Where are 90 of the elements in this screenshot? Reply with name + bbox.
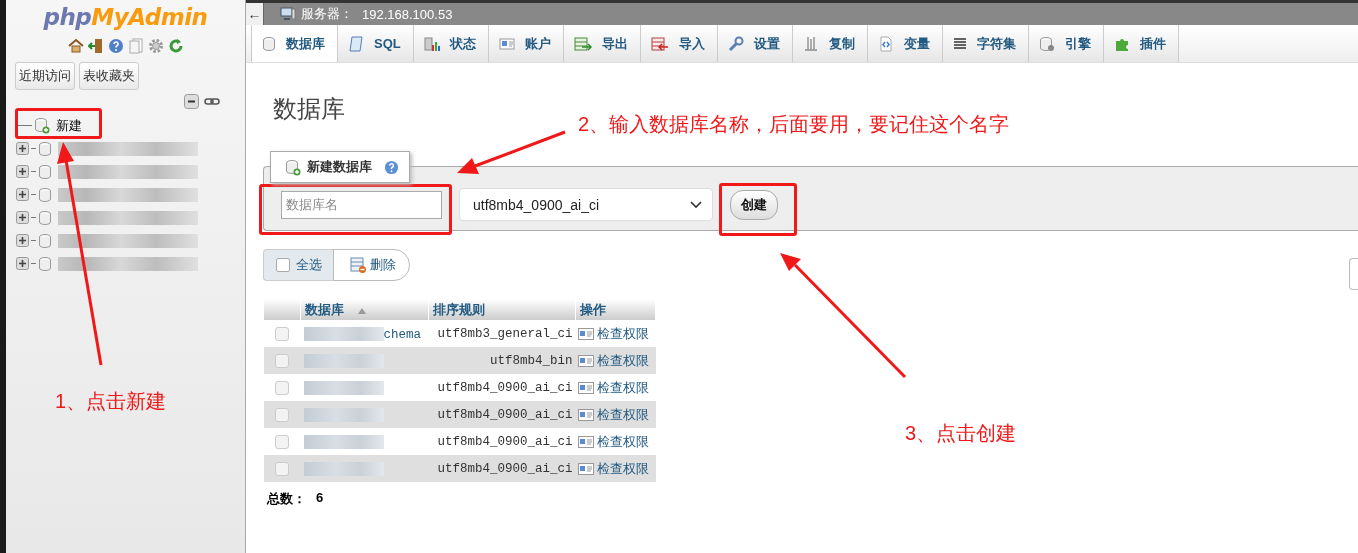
expand-icon[interactable] <box>16 211 29 224</box>
import-table-icon <box>650 35 669 52</box>
cut-off-button[interactable] <box>1349 258 1358 290</box>
tab[interactable]: 插件 <box>1103 25 1179 62</box>
help-icon[interactable] <box>107 38 124 54</box>
expand-icon[interactable] <box>16 188 29 201</box>
tab[interactable]: 变量 <box>867 25 943 62</box>
database-icon <box>38 186 52 203</box>
expand-icon[interactable] <box>16 234 29 247</box>
tree-item[interactable]: 新建 <box>56 116 82 135</box>
table-cell: utf8mb4_0900_ai_ci <box>428 374 576 401</box>
tab[interactable]: 状态 <box>413 25 489 62</box>
back-button[interactable]: ← <box>246 3 264 25</box>
settings-icon[interactable] <box>147 38 164 54</box>
collapse-all-icon[interactable] <box>184 94 199 109</box>
column-header[interactable]: 排序规则 <box>428 299 576 320</box>
table-cell: utf8mb4_bin <box>428 347 576 374</box>
page-heading: 数据库 <box>273 94 345 124</box>
id-card-icon <box>578 327 595 340</box>
reload-icon[interactable] <box>167 38 184 54</box>
collation-select[interactable]: utf8mb4_0900_ai_ci <box>459 188 713 221</box>
id-card-icon <box>578 354 595 367</box>
scroll-icon <box>348 35 364 52</box>
code-file-icon <box>877 35 894 52</box>
table-cell: utf8mb4_0900_ai_ci <box>428 428 576 455</box>
tab[interactable]: 设置 <box>717 25 793 62</box>
annotation-text: 2、输入数据库名称，后面要用，要记住这个名字 <box>578 112 1010 137</box>
tab[interactable]: 账户 <box>488 25 564 62</box>
database-name[interactable]: chema <box>383 327 421 342</box>
database-name-field[interactable]: 数据库名 <box>281 190 442 219</box>
help-icon[interactable] <box>384 159 399 175</box>
checkbox[interactable] <box>276 258 290 272</box>
id-card-icon <box>578 381 595 394</box>
row-checkbox[interactable] <box>275 380 289 395</box>
logo[interactable]: phpMyAdmin <box>43 0 208 30</box>
column-header[interactable]: 操作 <box>575 299 656 320</box>
chevron-down-icon <box>690 200 702 209</box>
database-icon <box>38 209 52 226</box>
id-card-icon <box>498 35 515 52</box>
server-label: 服务器： <box>301 5 353 23</box>
create-database-legend: 新建数据库 <box>270 151 410 183</box>
total-count: 6 <box>316 490 324 507</box>
database-icon <box>38 140 52 157</box>
table-cell: utf8mb4_0900_ai_ci <box>428 401 576 428</box>
tab[interactable]: 导出 <box>563 25 641 62</box>
row-checkbox[interactable] <box>275 461 289 476</box>
server-icon <box>280 7 296 21</box>
database-gear-icon <box>1038 35 1055 52</box>
row-checkbox[interactable] <box>275 434 289 449</box>
database-add-icon <box>285 158 301 176</box>
exit-door-icon[interactable] <box>87 38 104 54</box>
annotation-text: 3、点击创建 <box>905 421 1017 446</box>
database-icon <box>262 35 276 52</box>
export-table-icon <box>573 35 592 52</box>
row-checkbox[interactable] <box>275 353 289 368</box>
document-icon[interactable] <box>127 38 144 54</box>
database-icon <box>38 163 52 180</box>
table-delete-icon <box>350 256 367 274</box>
tab[interactable]: 字符集 <box>942 25 1029 62</box>
tab[interactable]: 导入 <box>640 25 718 62</box>
row-checkbox[interactable] <box>275 407 289 422</box>
create-button[interactable]: 创建 <box>730 189 778 220</box>
total-label: 总数： <box>267 490 306 508</box>
column-header[interactable]: 数据库 <box>300 299 429 320</box>
row-checkbox[interactable] <box>275 326 289 341</box>
id-card-icon <box>578 435 595 448</box>
annotation-text: 1、点击新建 <box>55 389 167 414</box>
expand-icon[interactable] <box>16 142 29 155</box>
sidebar-button[interactable]: 近期访问 <box>15 62 75 90</box>
tab[interactable]: 数据库 <box>251 25 338 62</box>
lines-icon <box>952 36 967 51</box>
bar-chart-icon <box>423 35 440 52</box>
database-add-icon <box>34 117 50 134</box>
select-all-toggle[interactable]: 全选 <box>263 249 333 281</box>
home-icon[interactable] <box>67 38 84 54</box>
table-cell: utf8mb4_0900_ai_ci <box>428 455 576 482</box>
database-icon <box>38 255 52 272</box>
id-card-icon <box>578 462 595 475</box>
sidebar-button[interactable]: 表收藏夹 <box>79 62 139 90</box>
id-card-icon <box>578 408 595 421</box>
delete-button[interactable]: 删除 <box>333 249 410 281</box>
tab[interactable]: SQL <box>338 25 414 62</box>
replication-icon <box>802 35 819 52</box>
server-address[interactable]: 192.168.100.53 <box>362 6 453 22</box>
expand-icon[interactable] <box>16 165 29 178</box>
database-icon <box>38 232 52 249</box>
expand-icon[interactable] <box>16 257 29 270</box>
tab[interactable]: 引擎 <box>1028 25 1104 62</box>
tab[interactable]: 复制 <box>792 25 868 62</box>
table-cell: utf8mb3_general_ci <box>428 320 576 347</box>
